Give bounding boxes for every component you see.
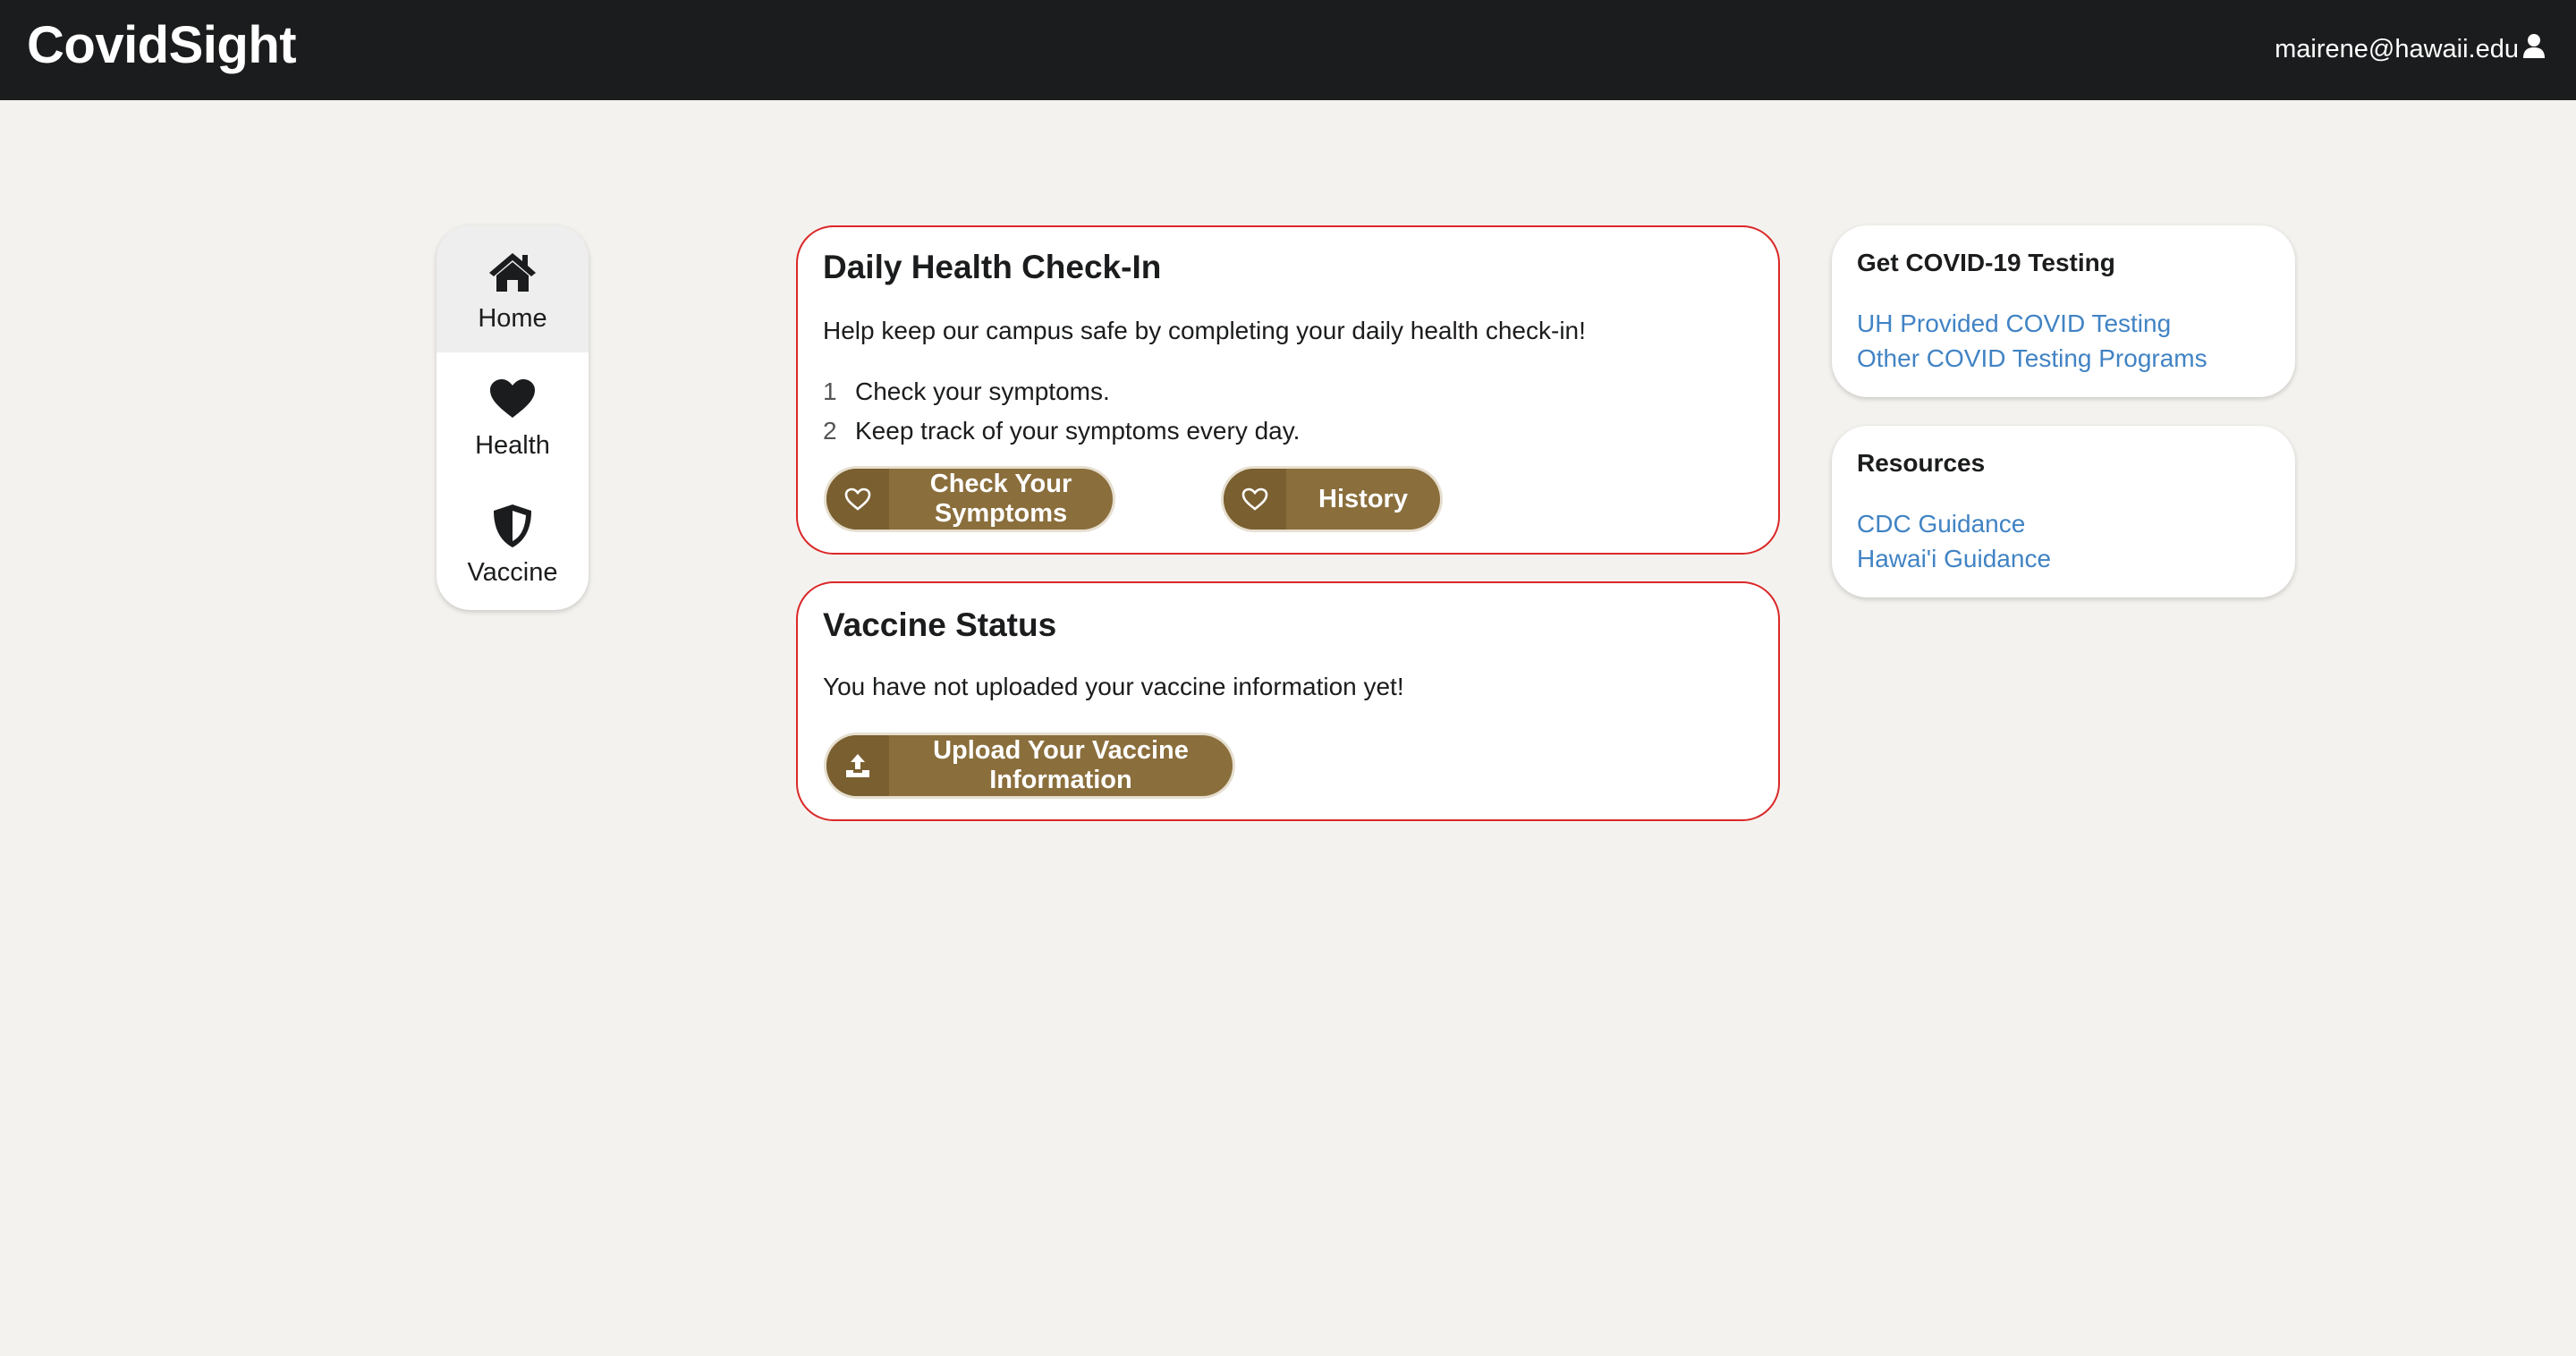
resources-links: CDC Guidance Hawai'i Guidance bbox=[1857, 506, 2051, 576]
check-symptoms-button[interactable]: Check Your Symptoms bbox=[826, 469, 1113, 530]
user-icon bbox=[2519, 33, 2546, 65]
resources-panel: Resources CDC Guidance Hawai'i Guidance bbox=[1832, 426, 2295, 597]
panel-title: Get COVID-19 Testing bbox=[1857, 249, 2115, 276]
user-email[interactable]: mairene@hawaii.edu bbox=[2275, 35, 2519, 64]
sidebar-item-home[interactable]: Home bbox=[436, 225, 589, 352]
top-navbar: CovidSight mairene@hawaii.edu bbox=[0, 0, 2576, 100]
step-number: 2 bbox=[823, 417, 837, 445]
sidebar-item-vaccine[interactable]: Vaccine bbox=[436, 479, 589, 606]
button-label: Upload Your Vaccine Information bbox=[933, 736, 1189, 794]
hawaii-guidance-link[interactable]: Hawai'i Guidance bbox=[1857, 541, 2051, 576]
sidebar-item-label: Vaccine bbox=[467, 558, 558, 587]
card-description: Help keep our campus safe by completing … bbox=[823, 317, 1586, 344]
heart-outline-icon bbox=[1224, 469, 1286, 530]
sidebar-item-health[interactable]: Health bbox=[436, 352, 589, 479]
sidebar-item-label: Health bbox=[475, 431, 550, 460]
shield-icon bbox=[491, 503, 534, 549]
heart-icon bbox=[488, 376, 537, 422]
sidebar-menu: Home Health Vaccine bbox=[436, 225, 589, 610]
user-menu[interactable]: mairene@hawaii.edu bbox=[2275, 27, 2546, 72]
history-button[interactable]: History bbox=[1224, 469, 1440, 530]
list-item: 2 Keep track of your symptoms every day. bbox=[823, 411, 1300, 451]
upload-vaccine-button[interactable]: Upload Your Vaccine Information bbox=[826, 735, 1233, 796]
brand-logo[interactable]: CovidSight bbox=[27, 14, 297, 77]
cdc-guidance-link[interactable]: CDC Guidance bbox=[1857, 506, 2051, 541]
card-title: Vaccine Status bbox=[823, 606, 1057, 643]
sidebar-item-label: Home bbox=[478, 304, 547, 333]
upload-icon bbox=[826, 735, 889, 796]
button-label: History bbox=[1318, 484, 1408, 513]
testing-links: UH Provided COVID Testing Other COVID Te… bbox=[1857, 306, 2207, 376]
heart-outline-icon bbox=[826, 469, 889, 530]
testing-panel: Get COVID-19 Testing UH Provided COVID T… bbox=[1832, 225, 2295, 397]
list-item: 1 Check your symptoms. bbox=[823, 372, 1300, 411]
panel-title: Resources bbox=[1857, 449, 1986, 477]
card-description: You have not uploaded your vaccine infor… bbox=[823, 673, 1404, 700]
daily-checkin-card: Daily Health Check-In Help keep our camp… bbox=[796, 225, 1780, 555]
steps-list: 1 Check your symptoms. 2 Keep track of y… bbox=[823, 372, 1300, 451]
step-number: 1 bbox=[823, 377, 837, 405]
button-label: Check Your Symptoms bbox=[929, 470, 1072, 528]
step-text: Keep track of your symptoms every day. bbox=[855, 417, 1301, 445]
card-title: Daily Health Check-In bbox=[823, 249, 1162, 285]
home-icon bbox=[487, 249, 538, 295]
uh-testing-link[interactable]: UH Provided COVID Testing bbox=[1857, 306, 2207, 341]
other-testing-link[interactable]: Other COVID Testing Programs bbox=[1857, 341, 2207, 376]
step-text: Check your symptoms. bbox=[855, 377, 1110, 405]
vaccine-status-card: Vaccine Status You have not uploaded you… bbox=[796, 581, 1780, 821]
